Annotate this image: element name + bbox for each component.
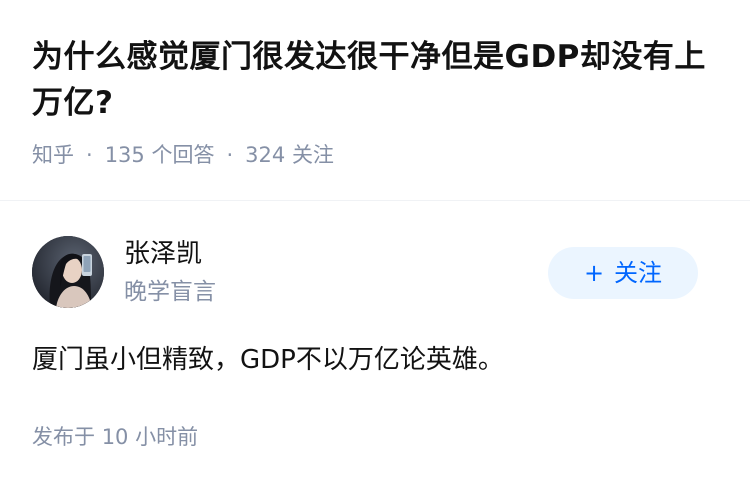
- follower-count[interactable]: 324: [245, 143, 285, 167]
- source-label[interactable]: 知乎: [32, 143, 74, 167]
- meta-separator: ·: [86, 143, 93, 167]
- follow-button[interactable]: + 关注: [548, 247, 698, 299]
- publish-label: 发布于: [32, 425, 95, 449]
- question-header: 为什么感觉厦门很发达很干净但是GDP却没有上万亿? 知乎 · 135 个回答 · 324…: [32, 34, 722, 170]
- answer-content[interactable]: 厦门虽小但精致，GDP不以万亿论英雄。: [32, 340, 718, 380]
- follower-count-label[interactable]: 关注: [292, 143, 334, 167]
- meta-separator: ·: [226, 143, 234, 167]
- question-meta: 知乎 · 135 个回答 · 324 关注: [32, 140, 722, 170]
- publish-time: 发布于 10 小时前: [32, 422, 198, 452]
- answer-count[interactable]: 135: [105, 143, 145, 167]
- avatar[interactable]: [32, 236, 104, 308]
- section-divider: [0, 200, 750, 201]
- follow-button-label: 关注: [614, 259, 663, 287]
- author-name[interactable]: 张泽凯: [124, 236, 202, 272]
- answer-author: 张泽凯 晚学盲言 + 关注: [32, 236, 718, 308]
- publish-time-value: 10 小时前: [101, 425, 199, 449]
- user-avatar-photo-icon: [32, 236, 104, 308]
- question-title[interactable]: 为什么感觉厦门很发达很干净但是GDP却没有上万亿?: [32, 34, 722, 126]
- author-bio: 晚学盲言: [124, 279, 216, 305]
- answer-count-label[interactable]: 个回答: [151, 143, 214, 167]
- plus-icon: +: [583, 259, 605, 287]
